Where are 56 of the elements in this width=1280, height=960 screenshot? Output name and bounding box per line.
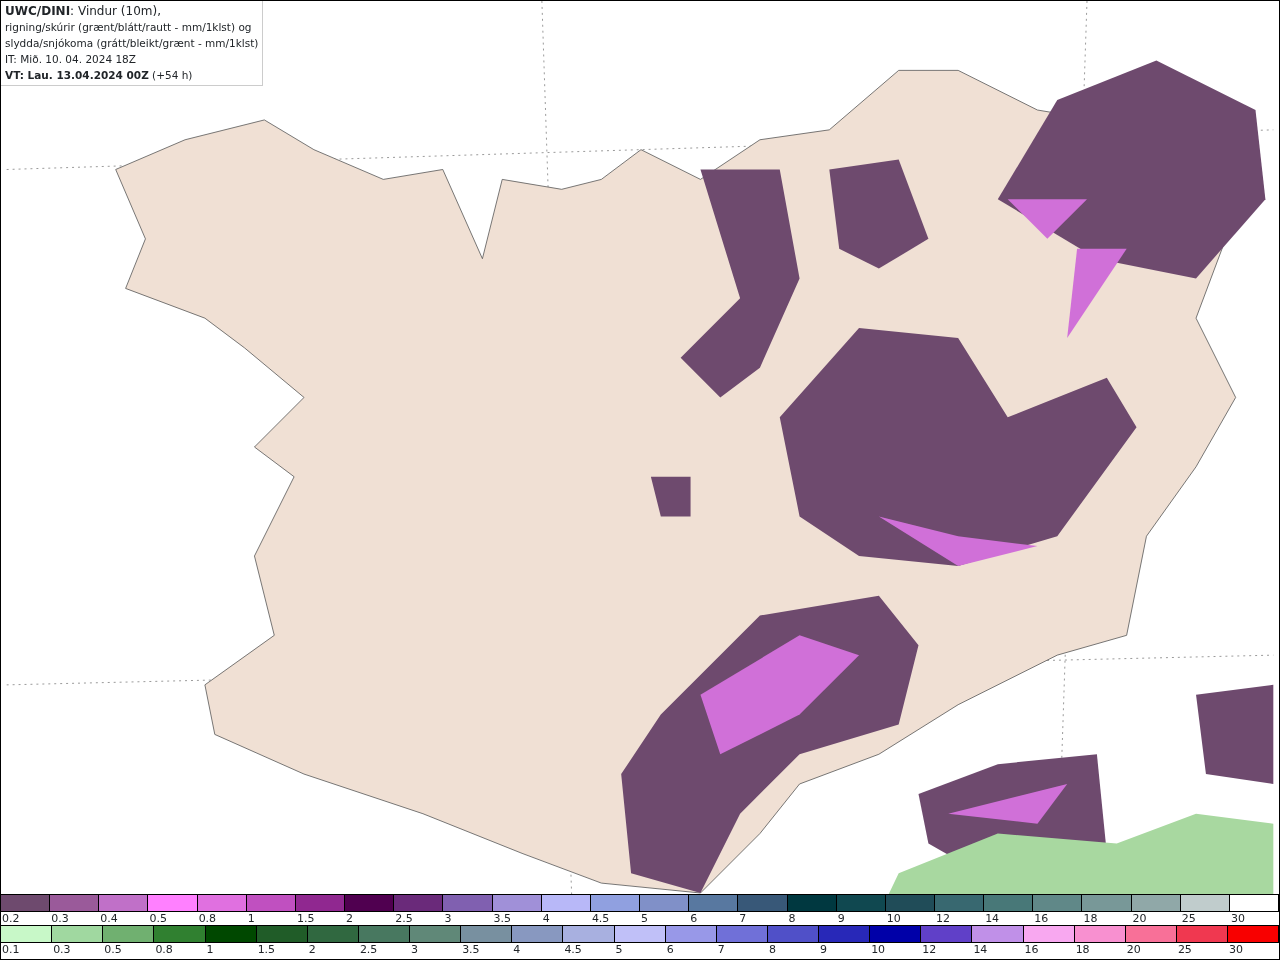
legend-label: 3 xyxy=(411,943,418,956)
legend-label: 2 xyxy=(346,912,354,925)
legend-label: 30 xyxy=(1229,943,1243,956)
legend-label: 2.5 xyxy=(395,912,413,925)
legend-label: 20 xyxy=(1126,943,1141,956)
legend-label: 0.3 xyxy=(51,912,69,925)
legend-label: 16 xyxy=(1034,912,1049,925)
legend-label: 0.5 xyxy=(149,912,167,925)
legend-label: 25 xyxy=(1181,912,1196,925)
legend-label: 0.3 xyxy=(53,943,71,956)
legend-label: 8 xyxy=(768,943,776,956)
legend-label: 2.5 xyxy=(359,943,378,956)
legend-label: 1 xyxy=(206,943,214,956)
legend-label: 4.5 xyxy=(564,943,582,956)
info-text-line: UWC/DINI: Vindur (10m), xyxy=(5,3,162,19)
legend-label: 12 xyxy=(935,912,950,925)
legend-label: 9 xyxy=(837,912,845,925)
legend-label: 0.8 xyxy=(155,943,173,956)
info-text-line: rigning/skúrir (grænt/blátt/rautt - mm/1klst) og xyxy=(5,20,253,35)
legend-label: 20 xyxy=(1132,912,1147,925)
legend-label: 5 xyxy=(641,912,649,925)
legend-label: 0.2 xyxy=(2,912,20,925)
legend-label: 1 xyxy=(247,912,255,925)
legend-label: 1.5 xyxy=(257,943,276,956)
legend-label: 3 xyxy=(444,912,452,925)
legend-label: 18 xyxy=(1075,943,1090,956)
legend-label: 10 xyxy=(886,912,901,925)
legend-label: 9 xyxy=(820,943,827,956)
legend-label: 6 xyxy=(666,943,674,956)
legend-label: 0.4 xyxy=(100,912,118,925)
legend-label: 8 xyxy=(788,912,796,925)
legend-label: 5 xyxy=(615,943,623,956)
info-text-line: slydda/snjókoma (grátt/bleikt/grænt - mm/1klst) xyxy=(5,36,259,51)
legend-label: 0.8 xyxy=(198,912,217,925)
legend-label: 16 xyxy=(1024,943,1039,956)
legend-label: 12 xyxy=(922,943,937,956)
legend-label: 14 xyxy=(985,912,1000,925)
legend-label: 4.5 xyxy=(591,912,610,925)
legend-label: 7 xyxy=(717,943,725,956)
legend-label: 0.1 xyxy=(2,943,20,956)
info-text-line: IT: Mið. 10. 04. 2024 18Z xyxy=(5,52,137,67)
legend-label: 0.5 xyxy=(104,943,122,956)
legend-label: 25 xyxy=(1177,943,1192,956)
info-text-line: VT: Lau. 13.04.2024 00Z (+54 h) xyxy=(5,68,194,83)
legend-label: 3.5 xyxy=(493,912,512,925)
legend-label: 4 xyxy=(542,912,550,925)
legend-label: 7 xyxy=(739,912,747,925)
legend-label: 3.5 xyxy=(462,943,480,956)
legend-label: 18 xyxy=(1083,912,1098,925)
legend-label: 30 xyxy=(1230,912,1245,925)
legend-label: 10 xyxy=(871,943,886,956)
legend-label: 6 xyxy=(690,912,698,925)
legend-label: 4 xyxy=(513,943,521,956)
legend-label: 14 xyxy=(973,943,988,956)
legend-label: 2 xyxy=(308,943,316,956)
legend-label: 1.5 xyxy=(296,912,315,925)
